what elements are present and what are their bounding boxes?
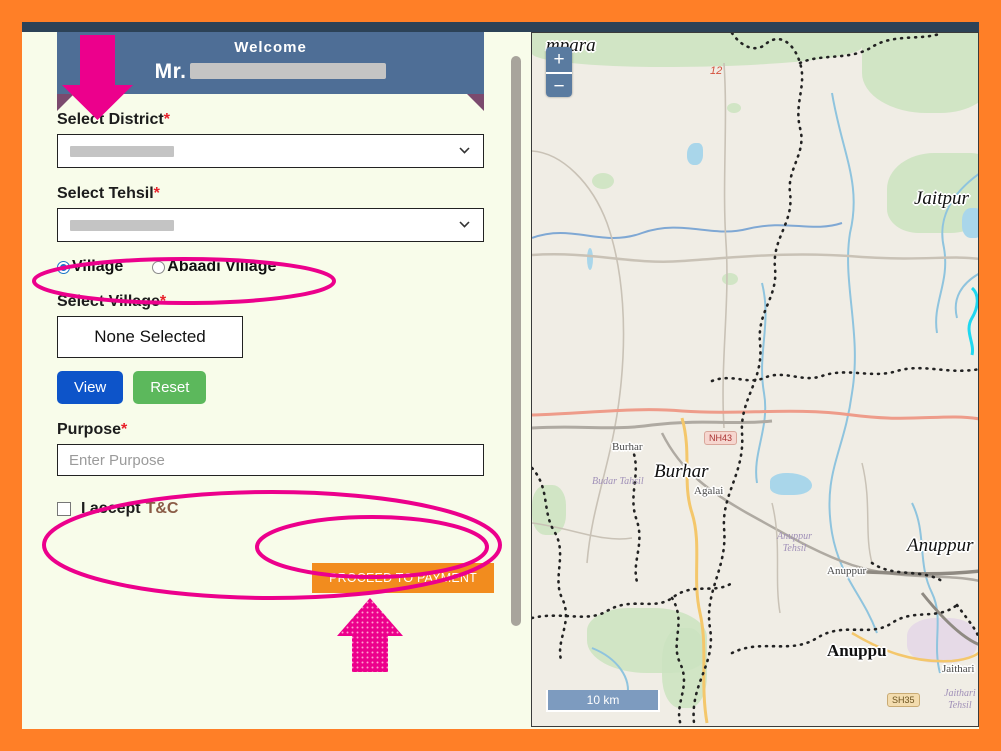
radio-village-label: Village: [72, 258, 124, 275]
reset-button[interactable]: Reset: [133, 371, 207, 404]
radio-village-input[interactable]: [57, 260, 70, 274]
select-district-dropdown[interactable]: [57, 134, 484, 168]
tehsil-value-redacted: [70, 219, 174, 231]
map-route-shield-nh43: NH43: [704, 431, 738, 445]
select-district-label: Select District*: [57, 111, 170, 128]
district-value-redacted: [70, 145, 174, 157]
map-label-burhar: Burhar: [654, 461, 709, 482]
map-label-jaitpur: Jaitpur: [914, 188, 969, 209]
required-asterisk: *: [163, 111, 170, 128]
form-action-buttons: View Reset: [57, 371, 496, 404]
chevron-down-icon: [459, 221, 470, 228]
page-top-strip: [22, 22, 979, 32]
map-viewport[interactable]: + − mpara Jaitpur Burhar Burhar Agalai A…: [531, 32, 979, 727]
select-tehsil-dropdown[interactable]: [57, 208, 484, 242]
user-greeting: Mr.: [57, 60, 484, 84]
purpose-label: Purpose*: [57, 421, 128, 438]
radio-option-abaadi-village[interactable]: Abaadi Village: [152, 258, 276, 276]
purpose-input[interactable]: Enter Purpose: [57, 444, 484, 476]
view-button[interactable]: View: [57, 371, 124, 404]
salutation: Mr.: [154, 60, 187, 83]
welcome-label: Welcome: [234, 39, 307, 56]
area-type-radio-group: Village Abaadi Village: [57, 258, 496, 276]
map-label-budar-tahsil: Budar Tahsil: [592, 476, 644, 487]
select-tehsil-label: Select Tehsil*: [57, 185, 160, 202]
map-label-anuppur-small: Anuppur: [827, 565, 867, 577]
terms-and-conditions-link[interactable]: T&C: [146, 500, 179, 518]
welcome-banner: Welcome Mr.: [57, 32, 484, 111]
map-label-agalai: Agalai: [694, 485, 724, 497]
select-village-label: Select Village*: [57, 293, 167, 310]
required-asterisk: *: [121, 421, 128, 438]
map-label-jaithari-tehsil: Jaithari Tehsil: [944, 688, 976, 711]
required-asterisk: *: [159, 293, 167, 310]
map-scale-bar: 10 km: [546, 690, 660, 712]
map-route-shield-sh35: SH35: [887, 693, 920, 707]
map-label-anuppur-tehsil: Anuppur Tehsil: [777, 531, 812, 554]
user-name-redacted: [190, 63, 387, 80]
map-highway-number-12: 12: [710, 65, 723, 77]
required-asterisk: *: [153, 185, 160, 202]
chevron-down-icon: [459, 147, 470, 154]
radio-option-village[interactable]: Village: [57, 258, 123, 276]
accept-terms-label: I accept: [81, 500, 141, 517]
proceed-to-payment-button[interactable]: PROCEED TO PAYMENT: [312, 563, 494, 593]
screenshot-root: Welcome Mr. Select District* Select Tehs…: [0, 0, 1001, 751]
radio-abaadi-village-input[interactable]: [152, 260, 166, 274]
radio-abaadi-village-label: Abaadi Village: [167, 258, 277, 275]
accept-terms-row: I accept T&C: [57, 494, 496, 524]
property-search-form: Welcome Mr. Select District* Select Tehs…: [34, 32, 496, 729]
zoom-out-button[interactable]: −: [546, 72, 572, 97]
map-label-anuppu: Anuppu: [827, 641, 887, 660]
accept-terms-checkbox[interactable]: [57, 502, 71, 516]
map-zoom-controls[interactable]: + −: [546, 47, 572, 97]
zoom-in-button[interactable]: +: [546, 47, 572, 72]
page-content: Welcome Mr. Select District* Select Tehs…: [22, 22, 979, 729]
form-panel-scrollbar[interactable]: [511, 56, 521, 626]
map-label-anuppur: Anuppur: [907, 535, 974, 556]
map-district-boundaries: [532, 33, 978, 726]
map-label-jaithari: Jaithari: [942, 663, 975, 675]
select-village-dropdown[interactable]: None Selected: [57, 316, 243, 358]
map-label-burhar-small: Burhar: [612, 441, 643, 453]
